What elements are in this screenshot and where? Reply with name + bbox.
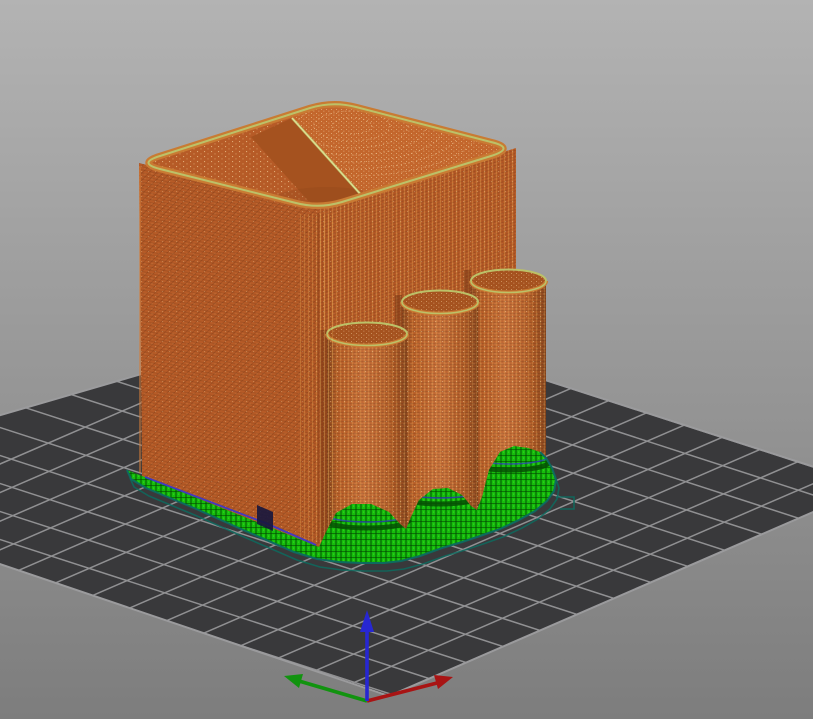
- sliced-model[interactable]: [137, 76, 546, 552]
- scene-canvas[interactable]: [0, 0, 813, 719]
- slicer-3d-viewport[interactable]: [0, 0, 813, 719]
